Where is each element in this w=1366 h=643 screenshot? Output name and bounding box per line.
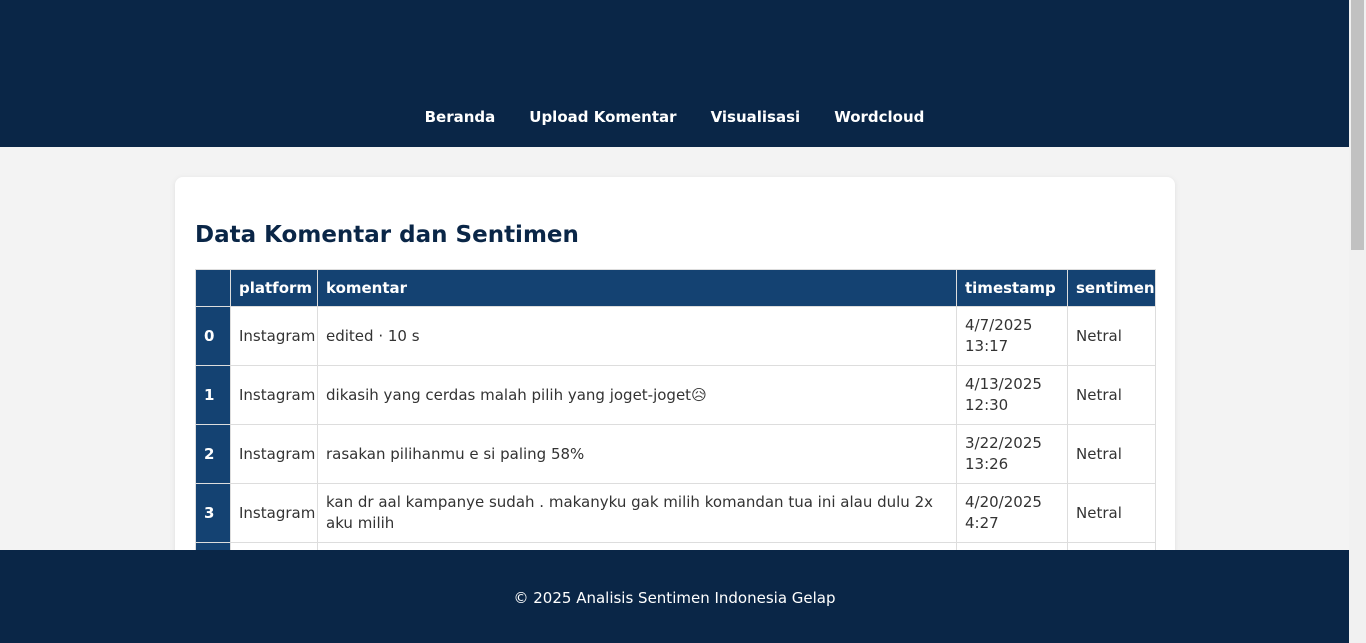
vertical-scrollbar[interactable] [1349, 0, 1366, 643]
cell-timestamp: 3/22/2025 13:26 [956, 424, 1068, 484]
table-row: 0 Instagram edited · 10 s 4/7/2025 13:17… [195, 306, 1156, 366]
footer-copyright: © 2025 Analisis Sentimen Indonesia Gelap [513, 589, 836, 607]
column-header-timestamp: timestamp [956, 269, 1068, 307]
cell-sentimen: Netral [1067, 483, 1156, 543]
cell-komentar: dikasih yang cerdas malah pilih yang jog… [317, 365, 957, 425]
cell-sentimen: Netral [1067, 306, 1156, 366]
column-header-sentimen: sentimen [1067, 269, 1156, 307]
cell-komentar: kan dr aal kampanye sudah . makanyku gak… [317, 483, 957, 543]
cell-sentimen: Netral [1067, 424, 1156, 484]
nav-item-beranda[interactable]: Beranda [425, 106, 496, 128]
table-row: 2 Instagram rasakan pilihanmu e si palin… [195, 424, 1156, 484]
page-footer: © 2025 Analisis Sentimen Indonesia Gelap [0, 550, 1349, 643]
cell-timestamp: 4/7/2025 13:17 [956, 306, 1068, 366]
row-index: 1 [195, 365, 231, 425]
row-index: 3 [195, 483, 231, 543]
cell-platform: Instagram [230, 424, 318, 484]
page-title: Data Komentar dan Sentimen [195, 222, 579, 248]
cell-timestamp: 4/13/2025 12:30 [956, 365, 1068, 425]
scrollbar-thumb[interactable] [1351, 0, 1364, 250]
cell-platform: Instagram [230, 483, 318, 543]
table-row: 1 Instagram dikasih yang cerdas malah pi… [195, 365, 1156, 425]
nav-item-wordcloud[interactable]: Wordcloud [834, 106, 924, 128]
cell-komentar: rasakan pilihanmu e si paling 58% [317, 424, 957, 484]
page: Beranda Upload Komentar Visualisasi Word… [0, 0, 1349, 643]
nav-item-visualisasi[interactable]: Visualisasi [711, 106, 801, 128]
cell-sentimen: Netral [1067, 365, 1156, 425]
column-header-index [195, 269, 231, 307]
table-header-row: platform komentar timestamp sentimen [195, 269, 1156, 307]
top-header: Beranda Upload Komentar Visualisasi Word… [0, 0, 1349, 147]
column-header-komentar: komentar [317, 269, 957, 307]
row-index: 2 [195, 424, 231, 484]
cell-platform: Instagram [230, 306, 318, 366]
table-row: 3 Instagram kan dr aal kampanye sudah . … [195, 483, 1156, 543]
cell-platform: Instagram [230, 365, 318, 425]
column-header-platform: platform [230, 269, 318, 307]
nav-item-upload-komentar[interactable]: Upload Komentar [529, 106, 676, 128]
row-index: 0 [195, 306, 231, 366]
cell-komentar: edited · 10 s [317, 306, 957, 366]
cell-timestamp: 4/20/2025 4:27 [956, 483, 1068, 543]
main-nav: Beranda Upload Komentar Visualisasi Word… [0, 106, 1349, 128]
